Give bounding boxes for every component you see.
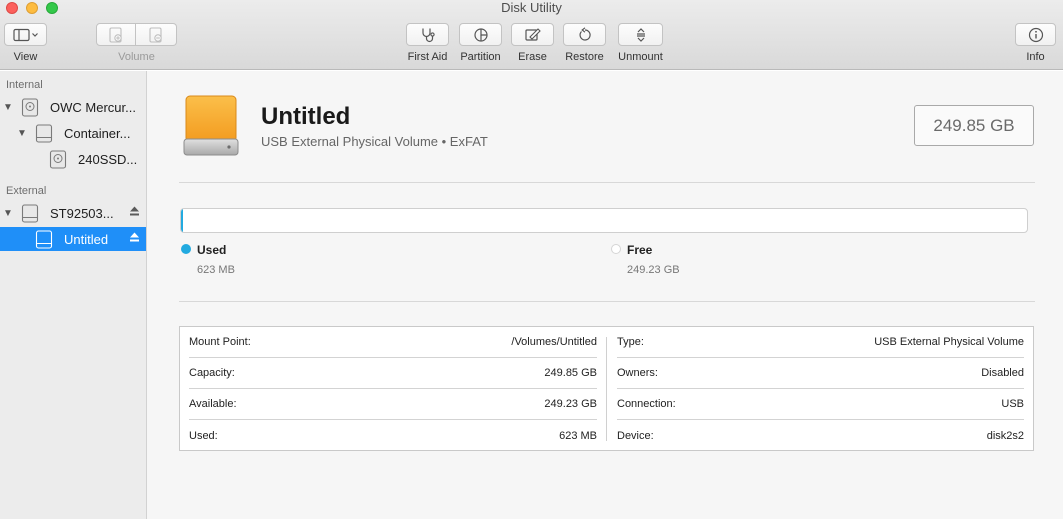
external-volume-icon — [35, 230, 53, 252]
info-value: /Volumes/Untitled — [511, 336, 597, 348]
info-key: Available: — [189, 398, 237, 410]
sidebar-item-label: OWC Mercur... — [50, 99, 136, 115]
info-row-owners: Owners: Disabled — [617, 358, 1024, 389]
info-row-capacity: Capacity: 249.85 GB — [189, 358, 597, 389]
sidebar-item-untitled[interactable]: Untitled — [0, 227, 146, 251]
volume-name: Untitled — [261, 103, 351, 130]
volume-detail-pane: Untitled USB External Physical Volume • … — [147, 71, 1063, 519]
unmount-icon — [633, 27, 649, 43]
restore-arrow-icon — [577, 26, 593, 43]
sidebar-section-internal: Internal — [6, 79, 43, 91]
divider — [179, 182, 1035, 183]
info-row-type: Type: USB External Physical Volume — [617, 327, 1024, 358]
used-space-fill — [181, 209, 183, 232]
add-volume-button[interactable] — [96, 23, 136, 46]
restore-label: Restore — [565, 51, 604, 63]
volume-label: Volume — [118, 51, 155, 63]
partition-label: Partition — [460, 51, 501, 63]
used-legend-dot — [181, 244, 191, 254]
volume-info-table: Mount Point: /Volumes/Untitled Capacity:… — [179, 326, 1034, 451]
volume-disk-icon — [49, 150, 67, 172]
info-row-connection: Connection: USB — [617, 389, 1024, 420]
sidebar-item-owc-mercury[interactable]: ▼ OWC Mercur... — [0, 95, 146, 119]
info-value: Disabled — [981, 367, 1024, 379]
info-key: Type: — [617, 336, 644, 348]
info-key: Capacity: — [189, 367, 235, 379]
view-label: View — [13, 51, 38, 63]
info-key: Connection: — [617, 398, 676, 410]
divider — [179, 301, 1035, 302]
volume-size-badge: 249.85 GB — [914, 105, 1034, 146]
info-icon — [1028, 27, 1044, 43]
partition-button[interactable] — [459, 23, 502, 46]
sidebar-item-label: Container... — [64, 125, 131, 141]
info-label: Info — [1026, 51, 1045, 63]
sidebar-item-label: Untitled — [64, 231, 109, 247]
column-divider — [606, 337, 607, 441]
info-value: 249.23 GB — [544, 398, 597, 410]
pie-chart-icon — [473, 27, 489, 43]
eraser-icon — [524, 27, 542, 43]
info-value: 249.85 GB — [544, 367, 597, 379]
erase-button[interactable] — [511, 23, 554, 46]
sidebar-item-container[interactable]: ▼ Container... — [0, 121, 146, 145]
sidebar-toggle-icon — [12, 28, 39, 42]
free-value: 249.23 GB — [627, 264, 680, 276]
info-key: Owners: — [617, 367, 658, 379]
info-key: Device: — [617, 429, 654, 442]
external-disk-icon — [21, 204, 39, 226]
stethoscope-icon — [419, 27, 437, 43]
erase-label: Erase — [518, 51, 547, 63]
free-legend-dot — [611, 244, 621, 254]
info-button[interactable] — [1015, 23, 1056, 46]
unmount-button[interactable] — [618, 23, 663, 46]
disk-utility-window: Disk Utility View Volume First Aid Parti… — [0, 0, 1063, 519]
info-row-device: Device: disk2s2 — [617, 420, 1024, 451]
window-title: Disk Utility — [501, 0, 562, 15]
info-row-mount-point: Mount Point: /Volumes/Untitled — [189, 327, 597, 358]
usage-bar — [180, 208, 1028, 233]
internal-disk-icon — [21, 98, 39, 120]
info-key: Mount Point: — [189, 336, 251, 348]
sidebar: Internal ▼ OWC Mercur... ▼ Container... — [0, 71, 147, 519]
info-row-available: Available: 249.23 GB — [189, 389, 597, 420]
eject-icon[interactable] — [129, 205, 140, 220]
first-aid-label: First Aid — [407, 51, 448, 63]
disclosure-triangle-icon[interactable]: ▼ — [3, 208, 13, 219]
sidebar-item-240ssd[interactable]: 240SSD... — [0, 147, 146, 171]
used-value: 623 MB — [197, 264, 235, 276]
view-button[interactable] — [4, 23, 47, 46]
free-legend-label: Free — [627, 243, 653, 257]
remove-volume-button[interactable] — [136, 23, 177, 46]
container-icon — [35, 124, 53, 146]
info-value: disk2s2 — [986, 429, 1024, 442]
sidebar-item-label: ST92503... — [50, 205, 114, 221]
info-key: Used: — [189, 429, 218, 442]
remove-volume-icon — [148, 26, 164, 43]
sidebar-item-label: 240SSD... — [78, 151, 138, 167]
first-aid-button[interactable] — [406, 23, 449, 46]
info-value: 623 MB — [559, 429, 597, 442]
unmount-label: Unmount — [618, 51, 663, 63]
external-drive-icon — [183, 95, 239, 162]
disclosure-triangle-icon[interactable]: ▼ — [17, 128, 27, 139]
sidebar-item-st92503[interactable]: ▼ ST92503... — [0, 201, 146, 225]
toolbar: Disk Utility View Volume First Aid Parti… — [0, 0, 1063, 70]
info-row-used: Used: 623 MB — [189, 420, 597, 451]
sidebar-section-external: External — [6, 185, 47, 197]
info-value: USB — [1001, 398, 1024, 410]
used-legend-label: Used — [197, 243, 227, 257]
info-value: USB External Physical Volume — [874, 336, 1024, 348]
volume-description: USB External Physical Volume • ExFAT — [261, 134, 488, 149]
eject-icon[interactable] — [129, 231, 140, 246]
add-volume-icon — [108, 26, 124, 43]
disclosure-triangle-icon[interactable]: ▼ — [3, 102, 13, 113]
restore-button[interactable] — [563, 23, 606, 46]
